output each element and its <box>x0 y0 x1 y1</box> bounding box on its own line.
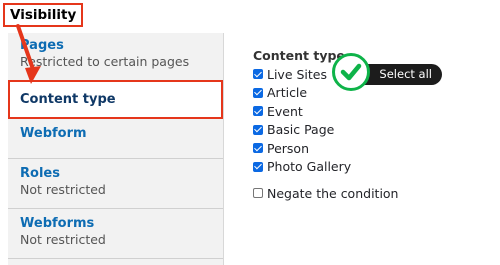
option-event[interactable]: Event <box>253 102 398 121</box>
option-event-label: Event <box>267 103 303 119</box>
select-all-control[interactable]: Select all <box>332 53 444 97</box>
option-person[interactable]: Person <box>253 139 398 158</box>
tab-pages-label: Pages <box>20 38 64 53</box>
tab-pages-summary: Restricted to certain pages <box>20 54 190 69</box>
vertical-tabs: Pages Restricted to certain pages Conten… <box>8 33 224 265</box>
negate-condition[interactable]: Negate the condition <box>253 184 398 203</box>
checkbox-negate-condition[interactable] <box>253 188 263 199</box>
checkbox-article[interactable] <box>253 87 263 98</box>
tab-roles-summary: Not restricted <box>20 182 106 197</box>
checkbox-person[interactable] <box>253 143 263 154</box>
visibility-title: Visibility <box>3 3 84 27</box>
option-person-label: Person <box>267 140 310 156</box>
tab-content-type-label: Content type <box>20 92 116 107</box>
checkbox-event[interactable] <box>253 106 263 117</box>
checkbox-basic-page[interactable] <box>253 124 263 135</box>
tab-content-type[interactable]: Content type <box>8 80 223 119</box>
tab-webform[interactable]: Webform <box>8 119 223 159</box>
check-circle-icon <box>332 53 370 91</box>
negate-condition-label: Negate the condition <box>267 185 399 201</box>
tab-webforms-summary: Not restricted <box>20 232 106 247</box>
tab-webform-label: Webform <box>20 126 87 141</box>
option-live-sites-label: Live Sites <box>267 66 328 82</box>
option-photo-gallery-label: Photo Gallery <box>267 159 352 175</box>
option-article-label: Article <box>267 85 308 101</box>
tab-webforms-label: Webforms <box>20 216 95 231</box>
checkbox-photo-gallery[interactable] <box>253 161 263 172</box>
option-photo-gallery[interactable]: Photo Gallery <box>253 158 398 177</box>
option-basic-page-label: Basic Page <box>267 122 335 138</box>
tab-roles[interactable]: Roles Not restricted <box>8 159 223 209</box>
tab-pages[interactable]: Pages Restricted to certain pages <box>8 33 223 83</box>
tab-roles-label: Roles <box>20 166 60 181</box>
option-basic-page[interactable]: Basic Page <box>253 121 398 140</box>
checkbox-live-sites[interactable] <box>253 69 263 80</box>
tab-webforms[interactable]: Webforms Not restricted <box>8 209 223 259</box>
